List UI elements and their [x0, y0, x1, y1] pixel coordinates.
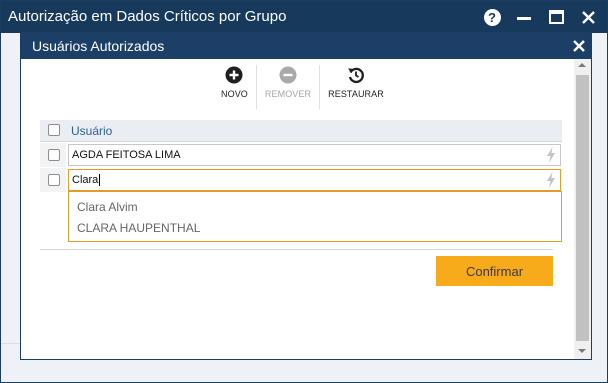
footer-divider — [1, 343, 20, 344]
help-icon: ? — [483, 8, 501, 26]
plus-circle-icon — [225, 66, 243, 84]
main-window: Autorização em Dados Críticos por Grupo … — [0, 0, 608, 383]
confirm-button[interactable]: Confirmar — [436, 256, 553, 286]
restore-button[interactable]: RESTAURAR — [320, 65, 392, 109]
lightning-icon[interactable] — [546, 172, 556, 188]
restore-label: RESTAURAR — [328, 89, 384, 99]
window-close-button[interactable] — [577, 7, 599, 27]
maximize-button[interactable] — [545, 7, 567, 27]
form-divider — [40, 249, 553, 250]
row-checkbox[interactable] — [48, 174, 60, 186]
authorized-users-dialog: Usuários Autorizados NOVO REMOVER RESTAU… — [20, 32, 592, 360]
user-cell-input[interactable]: AGDA FEITOSA LIMA — [68, 144, 561, 166]
scroll-down-icon[interactable] — [578, 349, 586, 353]
remove-button[interactable]: REMOVER — [257, 65, 319, 109]
toolbar: NOVO REMOVER RESTAURAR — [213, 65, 392, 109]
dialog-titlebar: Usuários Autorizados — [21, 33, 591, 59]
new-button[interactable]: NOVO — [213, 65, 256, 109]
select-all-checkbox[interactable] — [48, 124, 60, 136]
user-column-header[interactable]: Usuário — [71, 124, 112, 138]
text-caret — [99, 174, 101, 187]
remove-label: REMOVER — [264, 89, 312, 99]
user-cell-value: AGDA FEITOSA LIMA — [72, 149, 181, 161]
minimize-button[interactable] — [513, 7, 535, 27]
grid-header: Usuário — [40, 120, 562, 142]
window-titlebar: Autorização em Dados Críticos por Grupo … — [1, 1, 607, 33]
dialog-close-button[interactable] — [573, 36, 585, 57]
user-cell-input-active[interactable]: Clara — [68, 169, 561, 191]
row-checkbox-cell — [40, 143, 66, 167]
minus-circle-icon — [279, 66, 297, 84]
scroll-thumb[interactable] — [576, 75, 589, 341]
close-icon — [581, 10, 595, 24]
minimize-icon — [517, 16, 531, 20]
help-button[interactable]: ? — [481, 7, 503, 27]
window-title: Autorização em Dados Críticos por Grupo — [8, 8, 287, 25]
new-label: NOVO — [221, 89, 248, 99]
maximize-icon — [548, 10, 564, 24]
lightning-icon[interactable] — [546, 147, 556, 163]
suggestion-item[interactable]: Clara Alvim — [77, 200, 138, 214]
suggestion-item[interactable]: CLARA HAUPENTHAL — [77, 221, 200, 235]
scroll-up-icon[interactable] — [578, 63, 586, 67]
restore-icon — [347, 66, 365, 84]
vertical-scrollbar[interactable] — [574, 59, 591, 359]
row-checkbox[interactable] — [48, 149, 60, 161]
autocomplete-dropdown: Clara Alvim CLARA HAUPENTHAL — [68, 191, 562, 242]
close-icon — [573, 40, 585, 52]
user-cell-value: Clara — [72, 174, 99, 186]
window-controls: ? — [481, 7, 599, 27]
row-checkbox-cell — [40, 168, 66, 192]
dialog-title: Usuários Autorizados — [32, 38, 165, 54]
